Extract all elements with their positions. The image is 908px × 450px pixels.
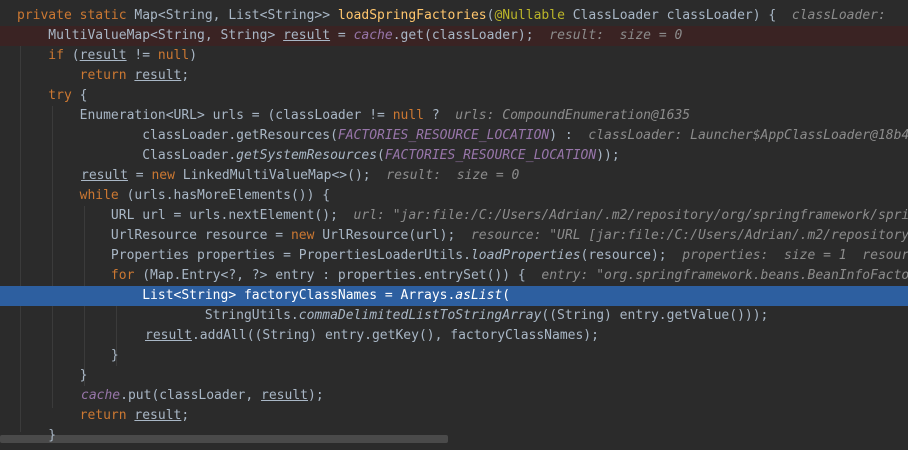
code-text: ; [181, 68, 190, 83]
code-text: .addAll((String) entry.getKey(), factory… [191, 328, 599, 343]
code-line[interactable]: return result; [0, 406, 908, 426]
variable: result [261, 388, 308, 403]
static-method: loadProperties [470, 248, 581, 263]
variable: result [134, 68, 182, 83]
code-text: ( [377, 148, 385, 163]
code-text: UrlResource(url); [322, 228, 456, 243]
static-method: asList [455, 288, 503, 303]
code-text: MultiValueMap<String, String> [17, 28, 284, 43]
code-line[interactable]: } [0, 346, 908, 366]
code-line[interactable]: } [0, 366, 908, 386]
variable: result [81, 168, 128, 183]
code-text: Enumeration<URL> urls = (classLoader != [17, 108, 393, 123]
code-line[interactable]: Enumeration<URL> urls = (classLoader != … [0, 106, 908, 126]
code-text: ) [189, 48, 198, 63]
debug-hint: result: size = 0 [533, 28, 683, 43]
code-text: Map<String, List<String>> [134, 8, 338, 23]
code-line[interactable]: for (Map.Entry<?, ?> entry : properties.… [0, 266, 908, 286]
code-text: )); [596, 148, 620, 163]
code-line[interactable]: classLoader.getResources(FACTORIES_RESOU… [0, 126, 908, 146]
code-text: ((String) entry.getValue())); [541, 308, 769, 323]
keyword: new [290, 228, 323, 243]
debug-hint: properties: size = 1 resource [666, 248, 908, 263]
code-text: ( [71, 48, 80, 63]
code-text: ( [502, 288, 511, 303]
debug-hint: result: size = 0 [370, 168, 520, 183]
field: cache [353, 28, 393, 43]
code-text: StringUtils. [17, 308, 299, 323]
keyword: null [157, 48, 190, 63]
debug-hint: entry: "org.springframework.beans.BeanIn… [525, 268, 908, 283]
keyword: private static [17, 8, 135, 23]
variable: result [79, 48, 127, 63]
code-line[interactable]: cache.put(classLoader, result); [0, 386, 908, 406]
code-text: ? [431, 108, 440, 123]
code-text: (urls.hasMoreElements()) { [126, 188, 331, 203]
debug-hint: classLoader: Launcher$AppClassLoader@18b… [572, 128, 908, 143]
code-text: List<String> factoryClassNames = Arrays. [17, 288, 456, 303]
code-line[interactable]: return result; [0, 66, 908, 86]
debug-hint: resource: "URL [jar:file:/C:/Users/Adria… [455, 228, 908, 243]
code-line-current[interactable]: List<String> factoryClassNames = Arrays.… [0, 286, 908, 306]
code-text: = [127, 168, 152, 183]
code-text: ); [308, 388, 324, 403]
keyword: return [17, 68, 135, 83]
code-line[interactable]: ClassLoader.getSystemResources(FACTORIES… [0, 146, 908, 166]
variable: result [283, 28, 331, 43]
keyword: for [17, 268, 143, 283]
code-line[interactable]: URL url = urls.nextElement(); url: "jar:… [0, 206, 908, 226]
code-text: LinkedMultiValueMap<>(); [182, 168, 371, 183]
code-line[interactable]: } [0, 426, 908, 446]
code-text: = [330, 28, 354, 43]
code-editor[interactable]: private static Map<String, List<String>>… [0, 0, 908, 450]
keyword: while [17, 188, 127, 203]
debug-hint: classLoader: [776, 8, 894, 23]
variable: result [145, 328, 192, 343]
code-line-execution[interactable]: MultiValueMap<String, String> result = c… [0, 26, 908, 46]
code-line[interactable]: UrlResource resource = new UrlResource(u… [0, 226, 908, 246]
keyword: null [392, 108, 432, 123]
code-text: } [17, 348, 119, 363]
code-line[interactable]: while (urls.hasMoreElements()) { [0, 186, 908, 206]
code-text: URL url = urls.nextElement(); [17, 208, 338, 223]
code-text: (resource); [580, 248, 667, 263]
annotation: @Nullable [494, 8, 565, 23]
code-text: ClassLoader classLoader) { [564, 8, 777, 23]
keyword: if [17, 48, 72, 63]
constant: FACTORIES_RESOURCE_LOCATION [384, 148, 597, 163]
code-text: ; [181, 408, 190, 423]
code-line[interactable]: result.addAll((String) entry.getKey(), f… [0, 326, 908, 346]
keyword: new [151, 168, 183, 183]
code-line[interactable]: Properties properties = PropertiesLoader… [0, 246, 908, 266]
static-method: commaDelimitedListToStringArray [298, 308, 542, 323]
code-text: .put(classLoader, [120, 388, 262, 403]
code-text: ) : [549, 128, 573, 143]
code-text: .get(classLoader); [392, 28, 534, 43]
method-name: loadSpringFactories [337, 8, 487, 23]
code-text: (Map.Entry<?, ?> entry : properties.entr… [142, 268, 526, 283]
code-text: } [17, 368, 88, 383]
code-text: { [79, 88, 88, 103]
debug-hint: url: "jar:file:/C:/Users/Adrian/.m2/repo… [353, 208, 908, 223]
constant: FACTORIES_RESOURCE_LOCATION [337, 128, 550, 143]
code-text: UrlResource resource = [17, 228, 291, 243]
code-text: ClassLoader. [17, 148, 237, 163]
code-text: } [17, 428, 57, 443]
code-line[interactable]: StringUtils.commaDelimitedListToStringAr… [0, 306, 908, 326]
keyword: try [17, 88, 80, 103]
code-line[interactable]: if (result != null) [0, 46, 908, 66]
debug-hint: urls: CompoundEnumeration@1635 [439, 108, 691, 123]
keyword: return [17, 408, 135, 423]
variable: result [134, 408, 182, 423]
static-method: getSystemResources [236, 148, 378, 163]
code-line[interactable]: private static Map<String, List<String>>… [0, 6, 908, 26]
code-text: Properties properties = PropertiesLoader… [17, 248, 471, 263]
code-line[interactable]: result = new LinkedMultiValueMap<>(); re… [0, 166, 908, 186]
code-text: classLoader.getResources( [17, 128, 338, 143]
code-line[interactable]: try { [0, 86, 908, 106]
code-text: != [126, 48, 158, 63]
field: cache [81, 388, 121, 403]
